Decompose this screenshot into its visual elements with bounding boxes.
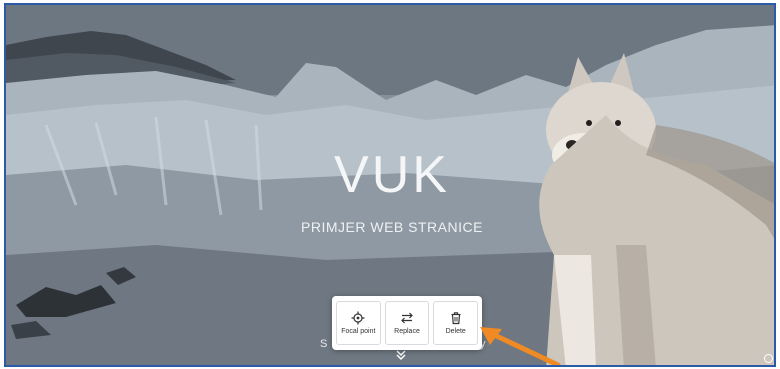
replace-label: Replace <box>394 328 420 335</box>
delete-button[interactable]: Delete <box>433 301 479 345</box>
delete-label: Delete <box>445 328 466 335</box>
hero-section: VUK PRIMJER WEB STRANICE S y Focal point <box>6 5 774 365</box>
image-block-toolbar: Focal point Replace Delete <box>332 296 482 350</box>
settings-circle-icon[interactable] <box>764 354 773 363</box>
annotation-arrow-icon <box>480 327 561 365</box>
focal-point-button[interactable]: Focal point <box>336 301 381 345</box>
trash-icon <box>451 312 461 325</box>
hero-subtitle: PRIMJER WEB STRANICE <box>301 219 483 235</box>
focal-point-icon <box>351 311 365 325</box>
screenshot-frame: VUK PRIMJER WEB STRANICE S y Focal point <box>4 3 776 367</box>
replace-arrows-icon <box>401 312 413 324</box>
focal-point-label: Focal point <box>341 328 376 335</box>
hero-partial-text-left: S <box>320 338 328 350</box>
scroll-down-chevron-icon[interactable] <box>395 349 407 363</box>
replace-button[interactable]: Replace <box>384 301 430 345</box>
hero-title: VUK <box>334 146 450 204</box>
